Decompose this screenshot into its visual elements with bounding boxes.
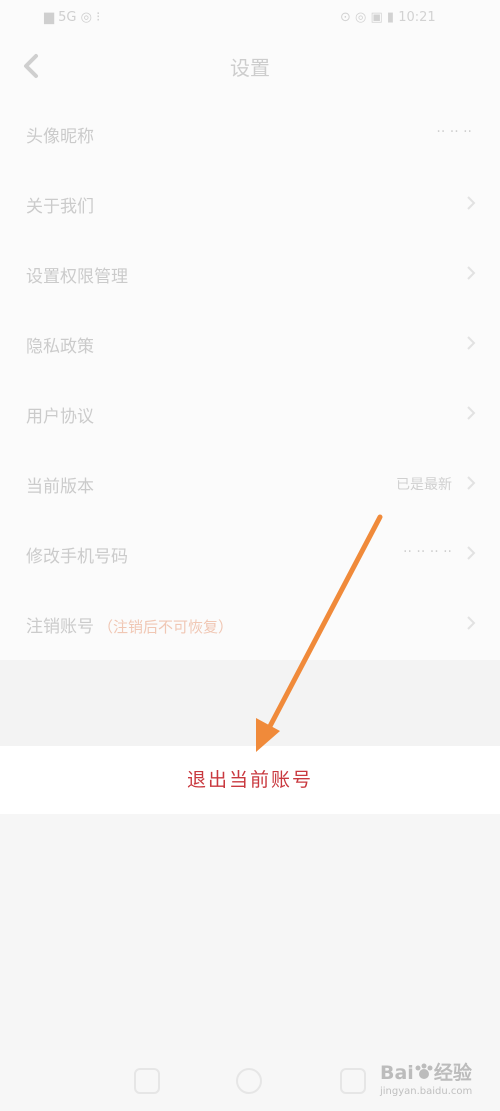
deregister-warning-note: （注销后不可恢复） [98,618,234,636]
section-divider [0,660,500,746]
watermark-logo-text-right: 经验 [433,1062,472,1084]
settings-item-value: ·· ·· ·· [436,124,472,140]
baidu-jingyan-watermark: Bai 经验 jingyan.baidu.com [380,1058,495,1106]
settings-item-label: 注销账号 （注销后不可恢复） [26,612,233,637]
menu-icon[interactable] [134,1068,160,1094]
settings-item-label: 设置权限管理 [26,267,128,287]
chevron-right-icon [467,196,476,210]
chevron-right-icon [467,266,476,280]
status-right-indicators: ⊙ ◎ ▣ ▮ 10:21 [340,10,436,25]
chevron-right-icon [467,406,476,420]
settings-item-current-version[interactable]: 当前版本 已是最新 [0,448,500,518]
chevron-right-icon [467,476,476,490]
settings-item-about-us[interactable]: 关于我们 [0,168,500,238]
settings-item-permission-management[interactable]: 设置权限管理 [0,238,500,308]
chevron-right-icon [467,616,476,630]
watermark-logo: Bai 经验 [380,1058,472,1085]
settings-list: 头像昵称 ·· ·· ·· 关于我们 设置权限管理 隐私政策 用户协议 当前版本… [0,98,500,660]
settings-item-label: 修改手机号码 [26,547,128,567]
settings-item-label: 用户协议 [26,407,94,427]
settings-item-privacy-policy[interactable]: 隐私政策 [0,308,500,378]
settings-item-label: 头像昵称 [26,127,94,147]
chevron-right-icon [467,336,476,350]
settings-item-change-phone[interactable]: 修改手机号码 ·· ·· ·· ·· [0,518,500,588]
status-bar: ▆ 5G ◎ ⁝ ⊙ ◎ ▣ ▮ 10:21 [0,0,500,36]
nav-bar: 设置 [0,36,500,98]
watermark-logo-text-left: Bai [380,1062,414,1084]
home-icon[interactable] [236,1068,262,1094]
settings-item-user-agreement[interactable]: 用户协议 [0,378,500,448]
settings-item-label-text: 注销账号 [26,617,94,637]
chevron-right-icon [467,546,476,560]
status-left-indicators: ▆ 5G ◎ ⁝ [44,10,101,25]
settings-item-value: 已是最新 [396,477,452,493]
paw-icon [415,1063,433,1079]
settings-item-label: 关于我们 [26,197,94,217]
settings-item-value: ·· ·· ·· ·· [403,544,452,560]
settings-item-label: 隐私政策 [26,337,94,357]
page-title: 设置 [230,56,270,80]
logout-bar: 退出当前账号 [0,746,500,814]
back-icon[interactable] [340,1068,366,1094]
logout-button[interactable]: 退出当前账号 [150,764,350,796]
watermark-url: jingyan.baidu.com [380,1086,473,1097]
settings-item-avatar-nickname[interactable]: 头像昵称 ·· ·· ·· [0,98,500,168]
settings-item-deregister-account[interactable]: 注销账号 （注销后不可恢复） [0,588,500,658]
settings-item-label: 当前版本 [26,477,94,497]
